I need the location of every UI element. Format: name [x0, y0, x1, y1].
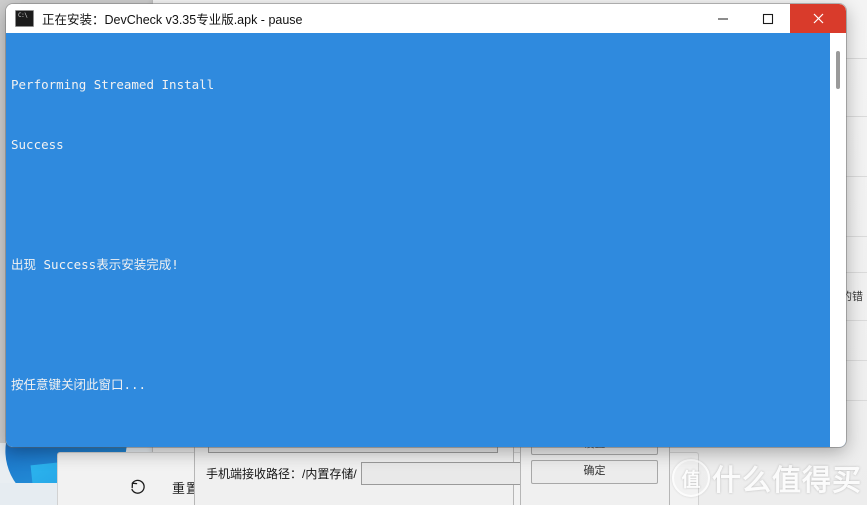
receive-path-label: 手机端接收路径：/内置存储/ [206, 467, 357, 481]
console-titlebar[interactable]: 正在安装：DevCheck v3.35专业版.apk - pause [6, 4, 846, 33]
minimize-icon [717, 17, 728, 20]
console-line: Success [11, 137, 64, 152]
window-title: 正在安装：DevCheck v3.35专业版.apk - pause [42, 13, 303, 27]
window-controls [700, 4, 846, 33]
console-output-area[interactable]: Performing Streamed Install Success 出现 S… [6, 33, 846, 447]
maximize-button[interactable] [745, 4, 790, 33]
receive-path-groupbox: 手机端接收路径：/内置存储/ [194, 437, 523, 505]
cmd-console-icon [15, 10, 34, 27]
scrollbar-thumb[interactable] [836, 51, 840, 89]
titlebar-left-group: 正在安装：DevCheck v3.35专业版.apk - pause [6, 9, 700, 28]
undo-arrow-icon [128, 477, 148, 497]
close-button[interactable] [790, 4, 846, 33]
wallpaper-bloom-shadow [0, 483, 60, 505]
console-output-text: Performing Streamed Install Success 出现 S… [11, 35, 824, 435]
console-line: Performing Streamed Install [11, 77, 215, 92]
receive-path-input[interactable] [360, 462, 523, 485]
console-window[interactable]: 正在安装：DevCheck v3.35专业版.apk - pause [6, 4, 846, 447]
console-line: 出现 Success表示安装完成! [11, 257, 179, 272]
screen-root: 的错 重置为默认值 手机端接收路径：/内置存储/ [0, 0, 867, 505]
actions-groupbox: 设置 确定 [520, 434, 670, 505]
close-icon [813, 13, 823, 24]
receive-path-row: 手机端接收路径：/内置存储/ [206, 462, 523, 485]
confirm-button[interactable]: 确定 [531, 460, 658, 484]
maximize-icon [762, 13, 773, 24]
minimize-button[interactable] [700, 4, 745, 33]
console-vertical-scrollbar[interactable] [830, 33, 846, 447]
console-line: 按任意键关闭此窗口... [11, 377, 147, 392]
